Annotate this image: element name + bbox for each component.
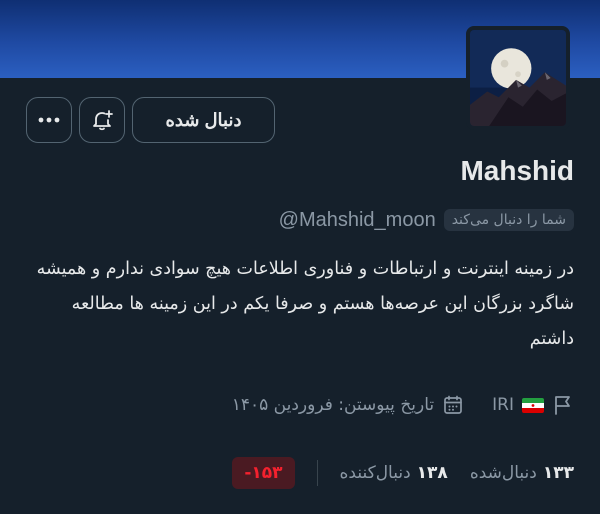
followers-count: ۱۳۸ — [416, 463, 448, 483]
notify-button[interactable] — [79, 97, 125, 143]
stats-divider — [316, 460, 318, 486]
location-item: IRI — [492, 394, 574, 416]
iran-flag-icon — [522, 397, 544, 413]
following-count: ۱۳۳ — [542, 463, 574, 483]
score-badge: -۱۵۳ — [232, 457, 295, 489]
following-button[interactable]: دنبال شده — [132, 97, 275, 143]
flag-outline-icon — [555, 396, 570, 415]
handle-row: @Mahshid_moon شما را دنبال می‌کند — [279, 206, 574, 234]
followers-label: دنبال‌کننده — [339, 463, 411, 483]
bell-plus-icon — [93, 110, 113, 131]
follows-you-badge: شما را دنبال می‌کند — [443, 209, 574, 231]
profile-bio: در زمینه اینترنت و ارتباطات و فناوری اطل… — [36, 259, 574, 349]
calendar-icon — [444, 395, 463, 414]
more-button[interactable] — [26, 97, 72, 143]
profile-meta: IRI تاریخ پیوستن: فروردین ۱۴۰۵ — [232, 390, 574, 420]
username-handle: @Mahshid_moon — [278, 208, 436, 231]
following-stat[interactable]: ۱۳۳ دنبال‌شده — [470, 463, 574, 483]
followers-stat[interactable]: ۱۳۸ دنبال‌کننده — [340, 463, 448, 483]
join-date-item: تاریخ پیوستن: فروردین ۱۴۰۵ — [232, 394, 464, 416]
avatar[interactable] — [466, 26, 570, 130]
moon-mountain-image — [470, 30, 566, 126]
location-text: IRI — [492, 395, 514, 415]
more-icon — [38, 117, 60, 123]
profile-stats: ۱۳۳ دنبال‌شده ۱۳۸ دنبال‌کننده -۱۵۳ — [232, 456, 574, 490]
display-name: Mahshid — [460, 155, 574, 186]
join-date-text: تاریخ پیوستن: فروردین ۱۴۰۵ — [231, 395, 435, 415]
following-label: دنبال‌شده — [469, 463, 537, 483]
